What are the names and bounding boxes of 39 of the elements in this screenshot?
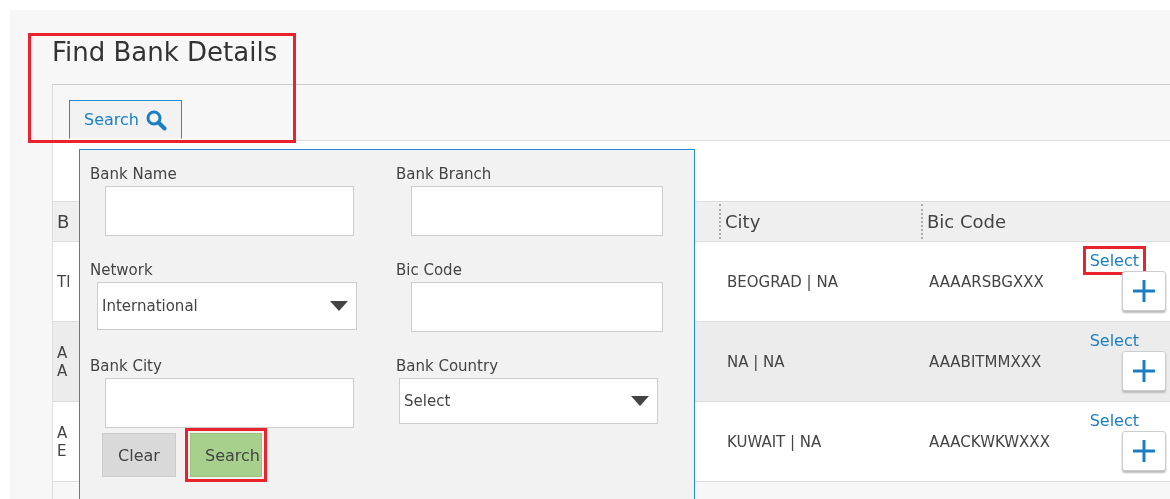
search-tab[interactable]: Search [69,100,182,139]
plus-icon [1132,439,1156,463]
table-cell: AAAARSBGXXX [929,272,1044,291]
table-cell: Tl [57,272,71,291]
page-title: Find Bank Details [51,36,279,69]
column-header: City [725,211,761,232]
table-cell: AAABITMMXXX [929,352,1042,371]
column-header: B [57,211,70,232]
text-field[interactable] [411,186,663,236]
plus-icon [1132,279,1156,303]
field-label: Bank Name [90,164,178,185]
dropdown-field[interactable]: International [97,282,357,330]
search-button[interactable]: Search [190,433,262,477]
clear-button[interactable]: Clear [102,433,176,477]
table-cell: A E [57,423,68,460]
add-button[interactable] [1122,351,1166,391]
table-cell: KUWAIT | NA [727,432,822,451]
text-field[interactable] [105,378,354,428]
column-header: Bic Code [927,211,1007,232]
field-label: Bic Code [396,260,463,281]
field-label: Bank Branch [396,164,493,185]
field-label: Network [90,260,154,281]
add-button[interactable] [1122,271,1166,311]
table-cell: NA | NA [727,352,785,371]
caret-icon [631,396,649,406]
field-label: Bank Country [396,356,500,377]
search-icon [144,108,167,131]
select-link[interactable]: Select [1082,326,1146,355]
select-link[interactable]: Select [1082,406,1146,435]
dropdown-field[interactable]: Select [399,378,658,424]
caret-icon [330,301,348,311]
table-cell: A A [57,343,68,380]
table-cell: AAACKWKWXXX [929,432,1050,451]
add-button[interactable] [1122,431,1166,471]
field-label: Bank City [90,356,163,377]
table-cell: BEOGRAD | NA [727,272,838,291]
plus-icon [1132,359,1156,383]
text-field[interactable] [105,186,354,236]
text-field[interactable] [411,282,663,332]
